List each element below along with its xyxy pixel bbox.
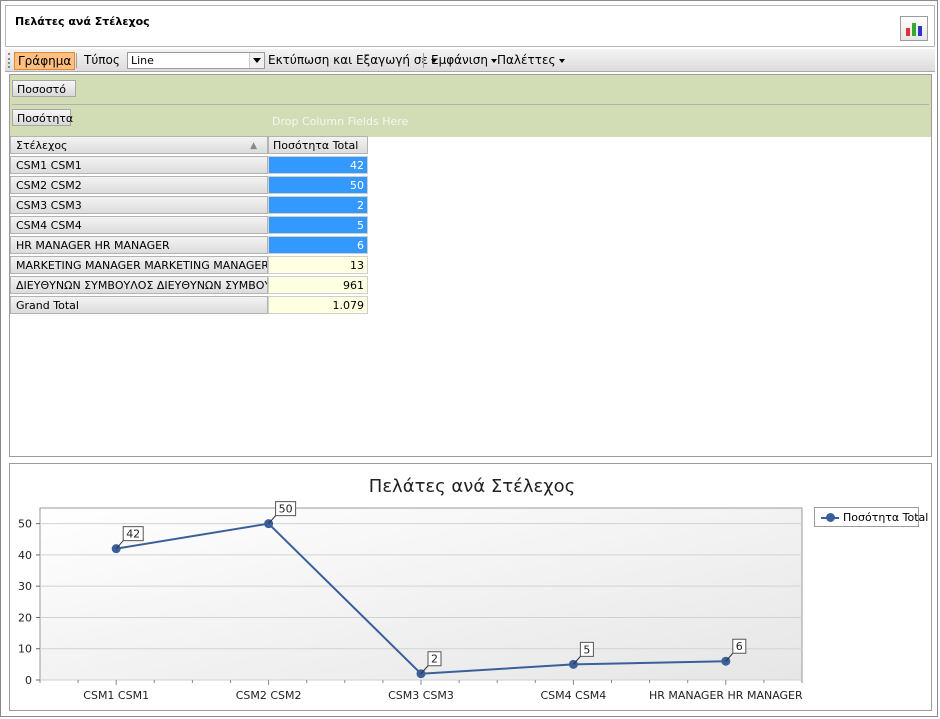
data-cell[interactable]: 961 — [268, 276, 368, 294]
x-tick-label: HR MANAGER HR MANAGER — [649, 689, 803, 702]
chart-type-select[interactable]: Line — [127, 52, 265, 69]
print-export-label: Εκτύπωση και Εξαγωγή σε — [268, 53, 428, 67]
chart-icon-button[interactable] — [900, 16, 928, 41]
y-tick-label: 40 — [18, 549, 32, 562]
chart-title: Πελάτες ανά Στέλεχος — [369, 476, 575, 497]
divider — [12, 104, 929, 105]
data-cell[interactable]: 2 — [268, 196, 368, 214]
page-title: Πελάτες ανά Στέλεχος — [15, 15, 150, 28]
row-header-item[interactable]: ΔΙΕΥΘΥΝΩΝ ΣΥΜΒΟΥΛΟΣ ΔΙΕΥΘΥΝΩΝ ΣΥΜΒΟΥΛΟΣ — [10, 276, 268, 294]
bar-chart-icon-bar — [918, 26, 922, 36]
column-drop-area[interactable]: Drop Column Fields Here — [272, 115, 408, 128]
data-cell[interactable]: 6 — [268, 236, 368, 254]
row-field-header[interactable]: Στέλεχος ▲ — [10, 136, 268, 154]
pivot-header-area: Ποσοστό Ποσότητα Drop Column Fields Here — [10, 75, 931, 137]
row-header-item[interactable]: CSM2 CSM2 — [10, 176, 268, 194]
type-label: Τύπος — [84, 53, 120, 67]
row-header-item[interactable]: CSM1 CSM1 — [10, 156, 268, 174]
toolbar-separator — [423, 53, 424, 68]
x-tick-label: CSM3 CSM3 — [388, 689, 454, 702]
chevron-down-icon[interactable] — [249, 53, 264, 68]
bar-chart-icon-bar — [912, 23, 916, 36]
print-export-menu[interactable]: Εκτύπωση και Εξαγωγή σε — [265, 52, 440, 68]
toolbar-separator — [76, 53, 77, 68]
total-column-header[interactable]: Ποσότητα Total — [268, 136, 368, 154]
window-frame: Πελάτες ανά Στέλεχος Γράφημα Τύπος Line … — [0, 0, 938, 717]
grand-total-cell[interactable]: 1.079 — [268, 296, 368, 314]
chart-legend: Ποσότητα Total — [814, 507, 928, 527]
toolbar: Γράφημα Τύπος Line Εκτύπωση και Εξαγωγή … — [5, 49, 935, 72]
filter-field-button[interactable]: Ποσοστό — [12, 80, 76, 97]
line-chart: Πελάτες ανά Στέλεχος 0 10 20 30 40 50 CSM1 CSM… — [18, 476, 803, 702]
plot-area — [39, 507, 803, 681]
title-bar: Πελάτες ανά Στέλεχος — [5, 5, 935, 47]
pivot-grid: Ποσοστό Ποσότητα Drop Column Fields Here… — [9, 74, 932, 457]
palettes-menu[interactable]: Παλέττες — [494, 52, 568, 68]
data-label: 42 — [126, 528, 140, 541]
chart-type-value: Line — [131, 54, 154, 67]
row-header-item[interactable]: CSM3 CSM3 — [10, 196, 268, 214]
data-label: 2 — [431, 653, 438, 666]
appearance-label: Εμφάνιση — [431, 53, 489, 67]
chart-panel: Πελάτες ανά Στέλεχος 0 10 20 30 40 50 CSM1 CSM… — [9, 463, 932, 711]
row-header-item[interactable]: MARKETING MANAGER MARKETING MANAGER — [10, 256, 268, 274]
toolbar-grip[interactable] — [8, 53, 13, 68]
palettes-label: Παλέττες — [497, 53, 556, 67]
chart-toggle-button[interactable]: Γράφημα — [14, 52, 76, 70]
grand-total-label: Grand Total — [10, 296, 268, 314]
y-tick-label: 20 — [18, 611, 32, 624]
x-tick-label: CSM2 CSM2 — [236, 689, 302, 702]
row-header-item[interactable]: HR MANAGER HR MANAGER — [10, 236, 268, 254]
y-tick-label: 10 — [18, 643, 32, 656]
data-label: 6 — [736, 640, 743, 653]
row-field-label: Στέλεχος — [16, 139, 68, 152]
data-cell[interactable]: 13 — [268, 256, 368, 274]
legend-marker-icon — [826, 513, 835, 522]
data-cell[interactable]: 50 — [268, 176, 368, 194]
appearance-menu[interactable]: Εμφάνιση — [428, 52, 500, 68]
data-label: 5 — [583, 643, 590, 656]
data-cell[interactable]: 5 — [268, 216, 368, 234]
y-tick-label: 50 — [18, 518, 32, 531]
y-tick-label: 0 — [25, 674, 32, 687]
legend-series-label: Ποσότητα Total — [843, 511, 929, 524]
data-cell[interactable]: 42 — [268, 156, 368, 174]
x-tick-label: CSM1 CSM1 — [83, 689, 149, 702]
row-header-item[interactable]: CSM4 CSM4 — [10, 216, 268, 234]
x-tick-label: CSM4 CSM4 — [540, 689, 606, 702]
y-tick-label: 30 — [18, 580, 32, 593]
sort-arrow-icon[interactable]: ▲ — [250, 137, 257, 153]
data-label: 50 — [279, 503, 293, 516]
dropdown-arrow-icon — [558, 58, 565, 63]
bar-chart-icon — [906, 28, 910, 36]
data-field-button[interactable]: Ποσότητα — [12, 109, 73, 126]
